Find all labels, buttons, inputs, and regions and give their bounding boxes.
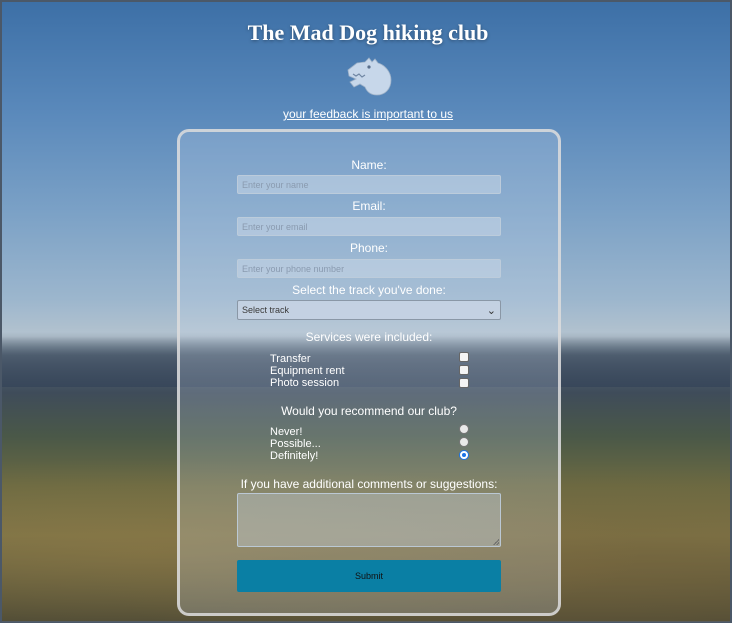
recommend-never-radio[interactable] xyxy=(459,424,469,434)
dog-head-icon xyxy=(347,57,392,96)
services-label: Services were included: xyxy=(305,330,433,344)
track-select[interactable]: Select track ⌄ xyxy=(237,300,501,320)
name-label: Name: xyxy=(351,158,387,172)
recommend-label: Would you recommend our club? xyxy=(281,404,457,418)
recommend-possible-radio[interactable] xyxy=(459,437,469,447)
track-select-value: Select track xyxy=(242,305,290,315)
name-input[interactable] xyxy=(237,175,501,194)
submit-button[interactable]: Submit xyxy=(237,560,501,592)
comments-label: If you have additional comments or sugge… xyxy=(240,477,498,491)
service-transfer-checkbox[interactable] xyxy=(459,352,469,362)
comments-textarea[interactable] xyxy=(237,493,501,547)
resize-grip-icon[interactable] xyxy=(493,539,499,545)
service-photo-checkbox[interactable] xyxy=(459,378,469,388)
recommend-possible-label: Possible... xyxy=(270,438,321,450)
page-title: The Mad Dog hiking club xyxy=(247,20,489,45)
email-label: Email: xyxy=(352,199,386,213)
phone-label: Phone: xyxy=(349,241,389,255)
chevron-down-icon: ⌄ xyxy=(486,305,496,317)
feedback-form-card: Name: Email: Phone: Select the track you… xyxy=(177,129,561,616)
email-input[interactable] xyxy=(237,217,501,236)
recommend-definitely-label: Definitely! xyxy=(270,450,319,462)
service-photo-label: Photo session xyxy=(270,377,340,389)
service-equipment-label: Equipment rent xyxy=(270,365,345,377)
recommend-never-label: Never! xyxy=(270,426,303,438)
phone-input[interactable] xyxy=(237,259,501,278)
recommend-definitely-radio[interactable] xyxy=(459,450,469,460)
service-transfer-label: Transfer xyxy=(270,353,311,365)
service-equipment-checkbox[interactable] xyxy=(459,365,469,375)
track-label: Select the track you've done: xyxy=(292,283,446,297)
feedback-link[interactable]: your feedback is important to us xyxy=(2,107,732,121)
